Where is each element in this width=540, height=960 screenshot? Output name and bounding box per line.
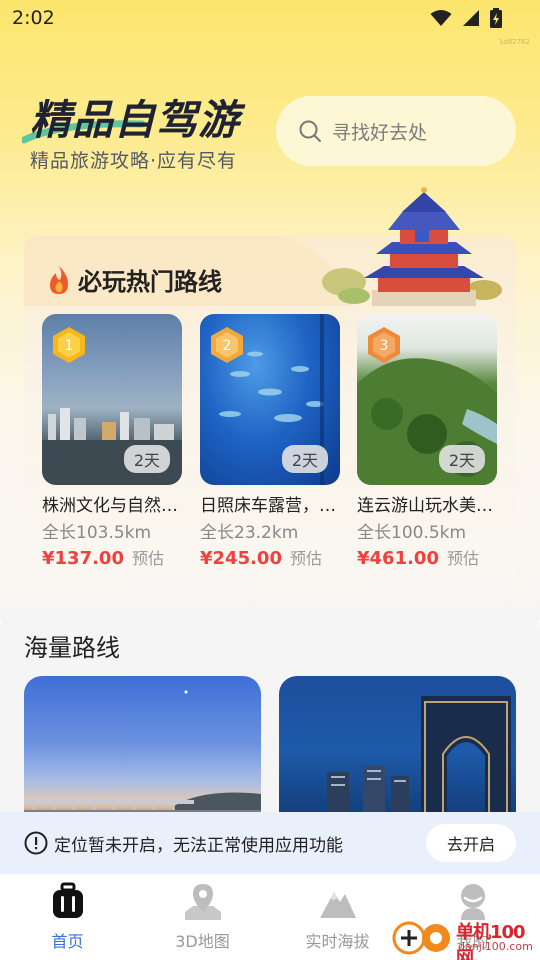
nav-label: 首页 — [51, 932, 84, 951]
watermark-brand: 单机100网 — [456, 922, 526, 960]
nav-item-home[interactable]: 首页 — [0, 874, 135, 960]
route-image: 1 2天 — [42, 314, 182, 485]
hot-routes-title: 必玩热门路线 — [78, 268, 222, 296]
route-length: 全长100.5km — [357, 523, 467, 543]
rank-number: 1 — [65, 338, 74, 354]
rank-badge-silver-icon: 2 — [211, 327, 243, 363]
route-card[interactable]: 2 2天 日照床车露营，海边之旅 全长23.2km ¥245.00 预估 — [200, 314, 340, 569]
route-estimate-label: 预估 — [446, 549, 479, 568]
route-name: 株洲文化与自然之旅 — [42, 496, 182, 516]
route-price: ¥137.00 — [42, 548, 124, 569]
route-estimate-label: 预估 — [131, 549, 164, 568]
enable-location-button[interactable]: 去开启 — [426, 824, 516, 862]
search-input[interactable]: 寻找好去处 — [276, 96, 516, 166]
suitcase-icon — [52, 882, 83, 918]
hot-routes-header: 必玩热门路线 — [46, 262, 222, 297]
route-length: 全长103.5km — [42, 523, 152, 543]
temple-of-heaven-illustration — [322, 187, 502, 306]
search-icon — [299, 120, 321, 142]
rank-badge-gold-icon: 1 — [53, 327, 85, 363]
battery-icon — [490, 8, 502, 28]
nav-label: 3D地图 — [175, 932, 230, 951]
map-pin-icon — [184, 884, 221, 920]
massive-routes-title: 海量路线 — [24, 634, 120, 662]
nav-item-3d-map[interactable]: 3D地图 — [135, 874, 270, 960]
rank-badge-bronze-icon: 3 — [368, 327, 400, 363]
route-price-row: ¥137.00 预估 — [42, 545, 182, 569]
page-title: 精品自驾游 — [30, 96, 240, 144]
nav-item-altitude[interactable]: 实时海拔 — [270, 874, 405, 960]
days-badge: 2天 — [438, 445, 485, 473]
route-image: 3 2天 — [357, 314, 497, 485]
route-price-row: ¥461.00 预估 — [357, 545, 497, 569]
signal-icon — [463, 10, 479, 26]
status-time: 2:02 — [12, 7, 55, 29]
route-card[interactable]: 1 2天 株洲文化与自然之旅 全长103.5km ¥137.00 预估 — [42, 314, 182, 569]
route-image: 2 2天 — [200, 314, 340, 485]
location-banner-text: 定位暂未开启，无法正常使用应用功能 — [54, 835, 343, 856]
route-price-row: ¥245.00 预估 — [200, 545, 340, 569]
watermark-domain: danji100.com — [458, 940, 533, 953]
wifi-icon — [430, 10, 452, 26]
route-estimate-label: 预估 — [289, 549, 322, 568]
route-name: 日照床车露营，海边之旅 — [200, 496, 340, 516]
route-thumbnail[interactable] — [279, 676, 516, 826]
search-placeholder: 寻找好去处 — [332, 121, 428, 144]
rank-number: 2 — [223, 338, 232, 354]
rank-number: 3 — [380, 338, 389, 354]
days-badge: 2天 — [281, 445, 328, 473]
location-permission-banner: 定位暂未开启，无法正常使用应用功能 去开启 — [0, 812, 540, 874]
mountain-icon — [319, 892, 356, 918]
nav-label: 实时海拔 — [305, 932, 370, 951]
route-name: 连云游山玩水美景之旅 — [357, 496, 497, 516]
route-price: ¥245.00 — [200, 548, 282, 569]
route-card[interactable]: 3 2天 连云游山玩水美景之旅 全长100.5km ¥461.00 预估 — [357, 314, 497, 569]
fire-icon — [50, 265, 68, 294]
page-subtitle: 精品旅游攻略·应有尽有 — [30, 150, 238, 172]
alert-circle-icon — [24, 831, 48, 855]
route-price: ¥461.00 — [357, 548, 439, 569]
days-badge: 2天 — [123, 445, 170, 473]
status-icons — [430, 8, 502, 28]
route-thumbnail[interactable] — [24, 676, 261, 826]
route-length: 全长23.2km — [200, 523, 299, 543]
status-bar: 2:02 — [0, 0, 540, 36]
build-id: 1d82762 — [498, 38, 530, 46]
